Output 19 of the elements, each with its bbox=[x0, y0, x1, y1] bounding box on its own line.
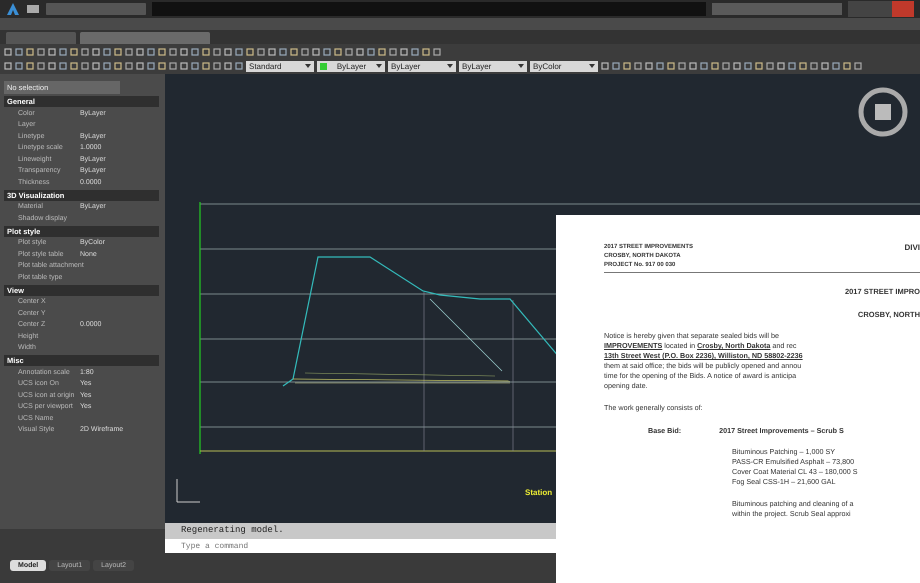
division-heading: DIVI bbox=[904, 243, 920, 254]
property-dropdown[interactable]: ByColor bbox=[530, 60, 598, 72]
layer-color-icon bbox=[320, 62, 327, 70]
caret-icon bbox=[376, 64, 382, 68]
property-dropdown[interactable]: ByLayer bbox=[459, 60, 527, 72]
caret-icon bbox=[518, 64, 524, 68]
command-input[interactable]: Type a command bbox=[165, 539, 556, 553]
axis-label: Station bbox=[525, 488, 552, 497]
caret-icon bbox=[589, 64, 595, 68]
property-dropdown[interactable]: ByLayer bbox=[388, 60, 456, 72]
command-history: Regenerating model. bbox=[165, 523, 556, 539]
quick-access-icon[interactable] bbox=[26, 4, 40, 14]
property-dropdown[interactable]: ByLayer bbox=[317, 60, 385, 72]
search-field[interactable] bbox=[712, 3, 842, 15]
ucs-icon bbox=[176, 478, 200, 502]
property-dropdown[interactable]: Standard bbox=[246, 60, 314, 72]
caret-icon bbox=[305, 64, 311, 68]
caret-icon bbox=[447, 64, 453, 68]
app-logo-icon[interactable] bbox=[6, 2, 20, 16]
